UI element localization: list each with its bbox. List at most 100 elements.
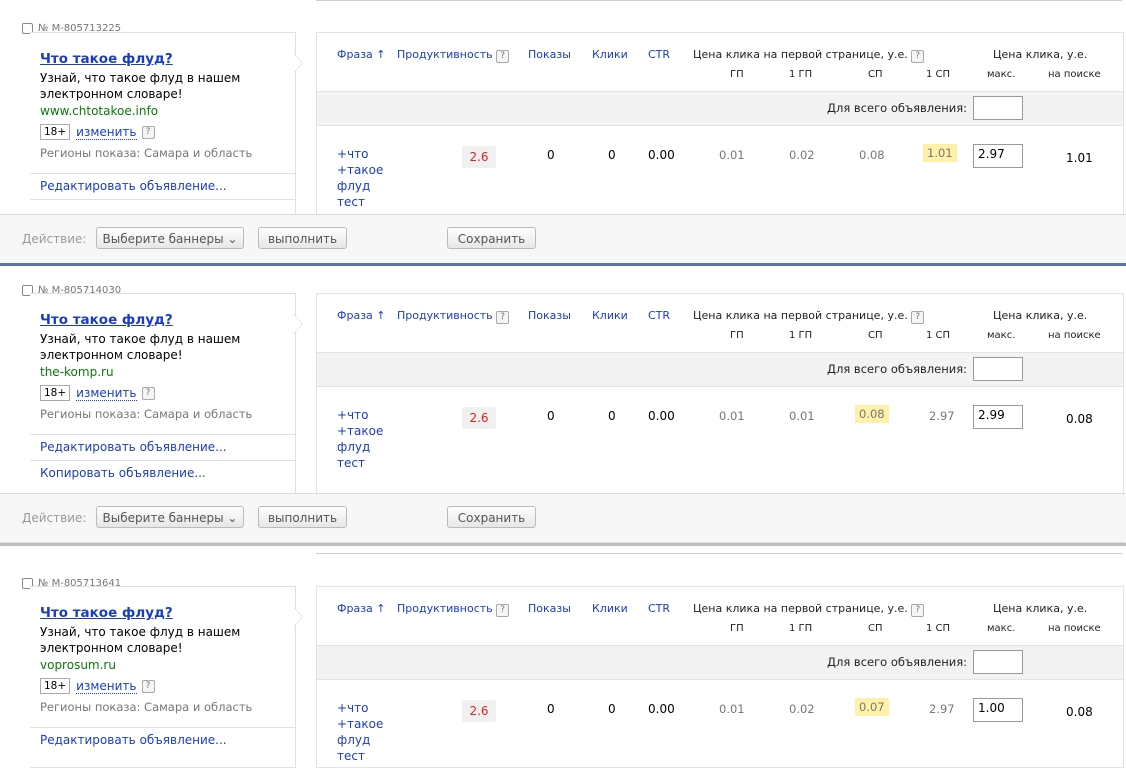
- first-gp-value: 0.02: [789, 702, 815, 716]
- select-banners-dropdown[interactable]: Выберите баннеры ⌄: [96, 227, 244, 249]
- edit-ad-link[interactable]: Редактировать объявление...: [30, 434, 295, 460]
- gp-value: 0.01: [719, 409, 745, 423]
- whole-ad-price-input[interactable]: [973, 357, 1023, 381]
- col-phrase[interactable]: Фраза ↑: [337, 602, 386, 615]
- sort-arrow-icon: ↑: [376, 309, 386, 322]
- ad-text: Узнай, что такое флуд в нашем электронно…: [40, 625, 241, 655]
- save-button[interactable]: Сохранить: [447, 227, 536, 249]
- ad-url: the-komp.ru: [40, 365, 114, 379]
- age-badge: 18+: [40, 385, 71, 401]
- whole-ad-label: Для всего объявления:: [827, 101, 967, 115]
- keywords-table: Фраза ↑ Продуктивность ? Показы Клики CT…: [316, 32, 1124, 216]
- execute-button[interactable]: выполнить: [258, 227, 347, 249]
- change-link[interactable]: изменить: [76, 125, 137, 140]
- help-icon[interactable]: ?: [141, 386, 155, 400]
- phrase-cell[interactable]: +что +такое флуд тест: [337, 146, 383, 210]
- col-ctr[interactable]: CTR: [648, 602, 670, 615]
- change-link[interactable]: изменить: [76, 386, 137, 401]
- col-productivity[interactable]: Продуктивность ?: [397, 602, 510, 617]
- col-click-price: Цена клика, у.е.: [993, 309, 1088, 322]
- col-productivity[interactable]: Продуктивность ?: [397, 309, 510, 324]
- copy-ad-link[interactable]: Копировать объявление...: [30, 460, 295, 486]
- table-header: Фраза ↑ Продуктивность ? Показы Клики CT…: [317, 587, 1123, 645]
- impressions-value: 0: [547, 702, 555, 716]
- col-on-search: на поиске: [1048, 330, 1101, 341]
- help-icon[interactable]: ?: [141, 125, 155, 139]
- table-header: Фраза ↑ Продуктивность ? Показы Клики CT…: [317, 294, 1123, 352]
- col-ctr[interactable]: CTR: [648, 309, 670, 322]
- action-label: Действие:: [22, 511, 87, 525]
- change-link[interactable]: изменить: [76, 679, 137, 694]
- help-icon[interactable]: ?: [496, 311, 510, 324]
- phrase-cell[interactable]: +что +такое флуд тест: [337, 700, 383, 764]
- phrase-cell[interactable]: +что +такое флуд тест: [337, 407, 383, 471]
- help-icon[interactable]: ?: [141, 679, 155, 693]
- first-sp-value: 2.97: [929, 702, 955, 716]
- table-header: Фраза ↑ Продуктивность ? Показы Клики CT…: [317, 33, 1123, 91]
- sp-value: 0.08: [855, 405, 889, 423]
- col-ctr[interactable]: CTR: [648, 48, 670, 61]
- ad-title[interactable]: Что такое флуд?: [40, 312, 295, 328]
- edit-ad-link[interactable]: Редактировать объявление...: [30, 727, 295, 753]
- ad-title[interactable]: Что такое флуд?: [40, 51, 295, 67]
- whole-ad-price-input[interactable]: [973, 96, 1023, 120]
- col-first-gp: 1 ГП: [789, 330, 813, 341]
- whole-ad-row: Для всего объявления:: [317, 352, 1123, 387]
- help-icon[interactable]: ?: [911, 311, 925, 324]
- help-icon[interactable]: ?: [911, 50, 925, 63]
- ad-card: Что такое флуд? Узнай, что такое флуд в …: [30, 586, 296, 768]
- max-price-input[interactable]: 2.97: [973, 144, 1023, 168]
- on-search-value: 0.08: [1066, 705, 1093, 719]
- col-click-price: Цена клика, у.е.: [993, 48, 1088, 61]
- gp-value: 0.01: [719, 702, 745, 716]
- gp-value: 0.01: [719, 148, 745, 162]
- col-phrase[interactable]: Фраза ↑: [337, 309, 386, 322]
- clicks-value: 0: [608, 148, 616, 162]
- first-sp-value: 2.97: [929, 409, 955, 423]
- select-banners-dropdown[interactable]: Выберите баннеры ⌄: [96, 506, 244, 528]
- first-gp-value: 0.02: [789, 148, 815, 162]
- chevron-down-icon: ⌄: [227, 511, 238, 525]
- col-clicks[interactable]: Клики: [592, 602, 628, 615]
- col-max: макс.: [987, 623, 1016, 634]
- help-icon[interactable]: ?: [496, 604, 510, 617]
- col-on-search: на поиске: [1048, 623, 1101, 634]
- help-icon[interactable]: ?: [911, 604, 925, 617]
- col-first-sp: 1 СП: [926, 69, 951, 80]
- col-productivity[interactable]: Продуктивность ?: [397, 48, 510, 63]
- col-clicks[interactable]: Клики: [592, 48, 628, 61]
- col-click-price: Цена клика, у.е.: [993, 602, 1088, 615]
- on-search-value: 0.08: [1066, 412, 1093, 426]
- help-icon[interactable]: ?: [496, 50, 510, 63]
- col-max: макс.: [987, 330, 1016, 341]
- col-clicks[interactable]: Клики: [592, 309, 628, 322]
- card-pointer-inner: [294, 54, 302, 72]
- card-pointer-inner: [294, 608, 302, 626]
- sort-arrow-icon: ↑: [376, 602, 386, 615]
- col-impressions[interactable]: Показы: [528, 309, 571, 322]
- col-sp: СП: [868, 330, 883, 341]
- ad-text: Узнай, что такое флуд в нашем электронно…: [40, 332, 241, 362]
- col-impressions[interactable]: Показы: [528, 48, 571, 61]
- col-first-sp: 1 СП: [926, 330, 951, 341]
- ad-url: www.chtotakoe.info: [40, 104, 159, 118]
- on-search-value: 1.01: [1066, 151, 1093, 165]
- col-first-sp: 1 СП: [926, 623, 951, 634]
- col-first-gp: 1 ГП: [789, 623, 813, 634]
- save-button[interactable]: Сохранить: [447, 506, 536, 528]
- col-impressions[interactable]: Показы: [528, 602, 571, 615]
- ad-card: Что такое флуд? Узнай, что такое флуд в …: [30, 32, 296, 216]
- col-first-page-price: Цена клика на первой странице, у.е. ?: [693, 48, 925, 63]
- execute-button[interactable]: выполнить: [258, 506, 347, 528]
- col-phrase[interactable]: Фраза ↑: [337, 48, 386, 61]
- whole-ad-row: Для всего объявления:: [317, 91, 1123, 126]
- regions-text: Регионы показа: Самара и область: [40, 407, 253, 421]
- top-divider: [316, 0, 1122, 1]
- productivity-value: 2.6: [462, 146, 496, 168]
- edit-ad-link[interactable]: Редактировать объявление...: [30, 173, 295, 199]
- max-price-input[interactable]: 1.00: [973, 698, 1023, 722]
- sp-value: 0.08: [859, 148, 885, 162]
- whole-ad-price-input[interactable]: [973, 650, 1023, 674]
- max-price-input[interactable]: 2.99: [973, 405, 1023, 429]
- ad-title[interactable]: Что такое флуд?: [40, 605, 295, 621]
